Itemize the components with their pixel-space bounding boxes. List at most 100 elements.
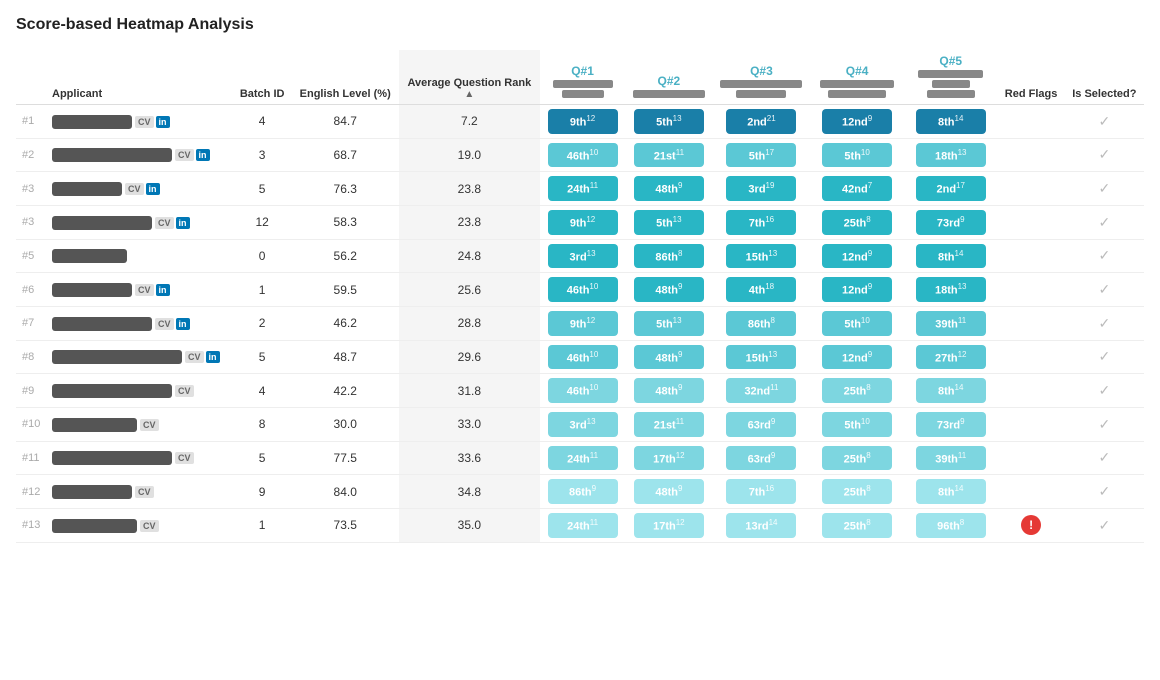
q3-rank-badge: 2nd21: [726, 109, 796, 134]
english-level-cell: 77.5: [292, 441, 399, 475]
linkedin-badge[interactable]: in: [206, 351, 220, 363]
cv-badge[interactable]: CV: [135, 486, 154, 498]
q5-rank-badge: 8th14: [916, 378, 986, 403]
q2-rank-badge: 48th9: [634, 176, 704, 201]
q1-cell: 3rd13: [540, 239, 625, 273]
avg-rank-cell: 19.0: [399, 138, 540, 172]
cv-badge[interactable]: CV: [175, 452, 194, 464]
english-level-cell: 84.0: [292, 475, 399, 509]
q4-cell: 25th8: [810, 475, 904, 509]
q1-rank-badge: 46th10: [548, 378, 618, 403]
th-is-selected: Is Selected?: [1065, 50, 1144, 105]
q2-rank-badge: 17th12: [634, 446, 704, 471]
sort-arrow-avg[interactable]: ▲: [405, 89, 534, 100]
name-bar: [52, 418, 137, 432]
english-level-cell: 73.5: [292, 508, 399, 542]
cv-badge[interactable]: CV: [125, 183, 144, 195]
is-selected-cell: ✓: [1065, 172, 1144, 206]
applicant-cell: CVin: [46, 273, 233, 307]
linkedin-badge[interactable]: in: [156, 284, 170, 296]
avg-rank-cell: 23.8: [399, 205, 540, 239]
q4-cell: 42nd7: [810, 172, 904, 206]
q5-cell: 73rd9: [904, 205, 998, 239]
linkedin-badge[interactable]: in: [156, 116, 170, 128]
is-selected-cell: ✓: [1065, 407, 1144, 441]
check-icon: ✓: [1098, 113, 1110, 129]
batch-id-cell: 2: [233, 306, 292, 340]
q5-cell: 18th13: [904, 273, 998, 307]
check-icon: ✓: [1098, 517, 1110, 533]
cv-badge[interactable]: CV: [175, 149, 194, 161]
batch-id-cell: 3: [233, 138, 292, 172]
q5-rank-badge: 18th13: [916, 277, 986, 302]
applicant-cell: CVin: [46, 306, 233, 340]
check-icon: ✓: [1098, 348, 1110, 364]
cv-badge[interactable]: CV: [135, 284, 154, 296]
row-number: #5: [16, 239, 46, 273]
row-number: #10: [16, 407, 46, 441]
q3-rank-badge: 7th16: [726, 210, 796, 235]
table-header-row: Applicant Batch ID English Level (%) Ave…: [16, 50, 1144, 105]
cv-badge[interactable]: CV: [155, 318, 174, 330]
check-icon: ✓: [1098, 449, 1110, 465]
red-flag-cell: [998, 441, 1065, 475]
q2-rank-badge: 5th13: [634, 311, 704, 336]
is-selected-cell: ✓: [1065, 374, 1144, 408]
q5-cell: 73rd9: [904, 407, 998, 441]
batch-id-cell: 0: [233, 239, 292, 273]
cv-badge[interactable]: CV: [175, 385, 194, 397]
linkedin-badge[interactable]: in: [196, 149, 210, 161]
q4-cell: 25th8: [810, 508, 904, 542]
red-flag-cell: [998, 374, 1065, 408]
avg-rank-cell: 35.0: [399, 508, 540, 542]
q1-cell: 46th10: [540, 374, 625, 408]
q1-rank-badge: 3rd13: [548, 412, 618, 437]
red-flag-cell: [998, 105, 1065, 139]
q2-rank-badge: 21st11: [634, 143, 704, 168]
applicant-cell: [46, 239, 233, 273]
cv-badge[interactable]: CV: [155, 217, 174, 229]
table-row: #5056.224.83rd1386th815th1312nd98th14✓: [16, 239, 1144, 273]
linkedin-badge[interactable]: in: [176, 318, 190, 330]
avg-rank-cell: 31.8: [399, 374, 540, 408]
avg-rank-cell: 29.6: [399, 340, 540, 374]
q2-cell: 17th12: [625, 508, 712, 542]
q5-cell: 8th14: [904, 239, 998, 273]
check-icon: ✓: [1098, 214, 1110, 230]
q2-rank-badge: 21st11: [634, 412, 704, 437]
cv-badge[interactable]: CV: [140, 419, 159, 431]
q2-cell: 21st11: [625, 407, 712, 441]
q3-rank-badge: 5th17: [726, 143, 796, 168]
cv-badge[interactable]: CV: [140, 520, 159, 532]
q5-cell: 8th14: [904, 475, 998, 509]
english-level-cell: 30.0: [292, 407, 399, 441]
linkedin-badge[interactable]: in: [176, 217, 190, 229]
q1-cell: 86th9: [540, 475, 625, 509]
cv-badge[interactable]: CV: [135, 116, 154, 128]
q5-rank-badge: 39th11: [916, 311, 986, 336]
is-selected-cell: ✓: [1065, 239, 1144, 273]
q4-cell: 25th8: [810, 374, 904, 408]
q4-rank-badge: 25th8: [822, 378, 892, 403]
cv-badge[interactable]: CV: [185, 351, 204, 363]
batch-id-cell: 5: [233, 441, 292, 475]
q5-rank-badge: 39th11: [916, 446, 986, 471]
th-avg[interactable]: Average Question Rank ▲: [399, 50, 540, 105]
q3-rank-badge: 15th13: [726, 244, 796, 269]
red-flag-cell: [998, 306, 1065, 340]
applicant-cell: CV: [46, 475, 233, 509]
page-title: Score-based Heatmap Analysis: [16, 16, 1144, 34]
table-row: #11CV577.533.624th1117th1263rd925th839th…: [16, 441, 1144, 475]
q2-cell: 17th12: [625, 441, 712, 475]
th-red-flags: Red Flags: [998, 50, 1065, 105]
q3-cell: 32nd11: [713, 374, 811, 408]
th-q5: Q#5: [904, 50, 998, 105]
is-selected-cell: ✓: [1065, 475, 1144, 509]
english-level-cell: 84.7: [292, 105, 399, 139]
th-applicant: Applicant: [46, 50, 233, 105]
red-flag-cell: [998, 138, 1065, 172]
batch-id-cell: 9: [233, 475, 292, 509]
linkedin-badge[interactable]: in: [146, 183, 160, 195]
q5-rank-badge: 2nd17: [916, 176, 986, 201]
row-number: #13: [16, 508, 46, 542]
